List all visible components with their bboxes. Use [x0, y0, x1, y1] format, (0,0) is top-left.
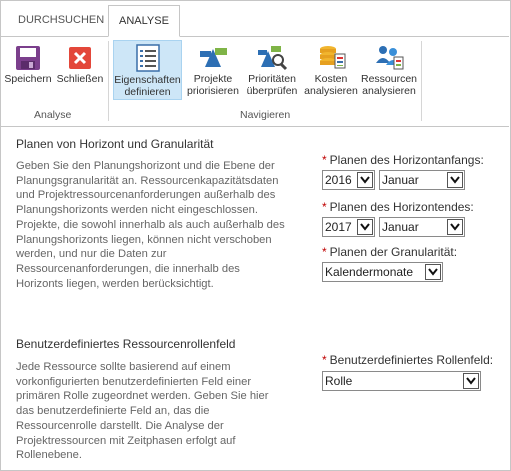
chevron-down-icon: [447, 172, 463, 188]
chevron-down-icon: [463, 373, 479, 389]
chevron-down-icon: [425, 264, 441, 280]
granularity-value: Kalendermonate: [325, 265, 414, 279]
horizon-end-label: * Planen des Horizontendes:: [322, 200, 474, 214]
role-field-label-text: Benutzerdefiniertes Rollenfeld:: [329, 353, 494, 367]
save-icon: [16, 46, 40, 70]
horizon-start-month-value: Januar: [382, 173, 419, 187]
save-button[interactable]: Speichern: [3, 40, 53, 100]
prioritize-projects-line1: Projekte: [193, 73, 233, 85]
ribbon-tab-bar: DURCHSUCHEN ANALYSE: [0, 0, 509, 37]
role-field-label: * Benutzerdefiniertes Rollenfeld:: [322, 353, 493, 367]
horizon-start-month-select[interactable]: Januar: [379, 170, 465, 190]
role-description: Jede Ressource sollte basierend auf eine…: [16, 361, 269, 462]
horizon-start-label: * Planen des Horizontanfangs:: [322, 153, 484, 167]
required-marker: *: [322, 153, 327, 167]
close-icon: [69, 47, 91, 69]
analyze-costs-icon: [320, 46, 346, 69]
define-properties-button[interactable]: Eigenschaften definieren: [113, 40, 182, 100]
group-separator: [108, 41, 109, 121]
chevron-down-icon: [447, 219, 463, 235]
analyze-costs-line1: Kosten: [314, 73, 348, 85]
define-properties-line2: definieren: [124, 86, 171, 98]
required-marker: *: [322, 353, 327, 367]
role-field-select[interactable]: Rolle: [322, 371, 481, 391]
analyze-costs-line2: analysieren: [304, 85, 358, 97]
horizon-end-month-value: Januar: [382, 220, 419, 234]
horizon-end-label-text: Planen des Horizontendes:: [329, 200, 474, 214]
tab-analyse[interactable]: ANALYSE: [108, 5, 180, 37]
close-button-label: Schließen: [56, 73, 104, 85]
required-marker: *: [322, 200, 327, 214]
horizon-end-year-select[interactable]: 2017: [322, 217, 375, 237]
granularity-label: * Planen der Granularität:: [322, 245, 457, 259]
review-priorities-line2: überprüfen: [246, 85, 298, 97]
horizon-section-title: Planen von Horizont und Granularität: [16, 137, 214, 151]
analyze-resources-button[interactable]: Ressourcen analysieren: [360, 40, 418, 100]
horizon-description: Geben Sie den Planungshorizont und die E…: [16, 160, 285, 290]
group-label-navigieren: Navigieren: [240, 109, 291, 121]
group-separator: [421, 41, 422, 121]
chevron-down-icon: [357, 219, 373, 235]
ribbon: Speichern Schließen Analyse Eigenschafte…: [0, 37, 509, 127]
granularity-label-text: Planen der Granularität:: [329, 245, 458, 259]
close-button[interactable]: Schließen: [55, 40, 105, 100]
analyze-resources-line1: Ressourcen: [360, 73, 418, 85]
tab-durchsuchen[interactable]: DURCHSUCHEN: [8, 5, 114, 36]
save-button-label: Speichern: [4, 73, 52, 85]
horizon-end-month-select[interactable]: Januar: [379, 217, 465, 237]
analyze-costs-button[interactable]: Kosten analysieren: [302, 40, 360, 100]
required-marker: *: [322, 245, 327, 259]
group-label-analyse: Analyse: [34, 109, 72, 121]
analyze-resources-line2: analysieren: [362, 85, 416, 97]
prioritize-projects-line2: priorisieren: [187, 85, 239, 97]
horizon-end-year-value: 2017: [325, 220, 352, 234]
horizon-start-label-text: Planen des Horizontanfangs:: [329, 153, 484, 167]
define-properties-line1: Eigenschaften: [114, 74, 181, 86]
review-priorities-button[interactable]: Prioritäten überprüfen: [243, 40, 301, 100]
analyze-resources-icon: [376, 46, 404, 70]
horizon-start-year-select[interactable]: 2016: [322, 170, 375, 190]
properties-list-icon: [135, 44, 160, 72]
granularity-select[interactable]: Kalendermonate: [322, 262, 443, 282]
chevron-down-icon: [357, 172, 373, 188]
role-section-title: Benutzerdefiniertes Ressourcenrollenfeld: [16, 337, 236, 351]
horizon-start-year-value: 2016: [325, 173, 352, 187]
prioritize-projects-button[interactable]: Projekte priorisieren: [184, 40, 242, 100]
review-priorities-icon: [258, 46, 288, 71]
prioritize-projects-icon: [200, 48, 227, 67]
role-field-value: Rolle: [325, 374, 353, 388]
review-priorities-line1: Prioritäten: [248, 73, 296, 85]
